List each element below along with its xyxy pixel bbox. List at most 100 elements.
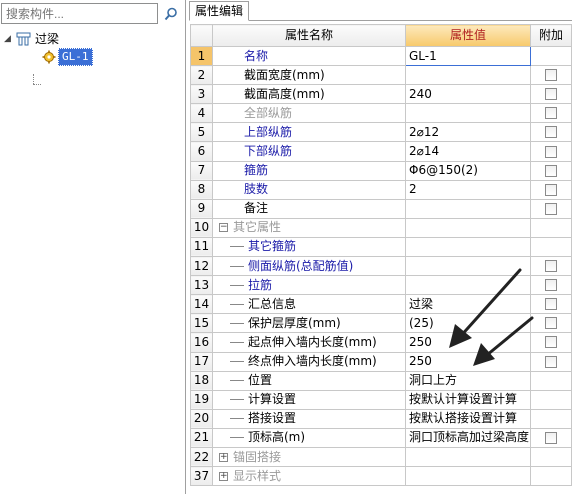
property-name: 计算设置 <box>248 392 297 407</box>
property-row[interactable]: 15 保护层厚度(mm) (25) <box>190 313 572 334</box>
tab-property-edit[interactable]: 属性编辑 <box>189 1 250 21</box>
add-checkbox[interactable] <box>545 88 557 101</box>
property-value-cell[interactable] <box>405 275 531 296</box>
add-checkbox[interactable] <box>545 126 557 139</box>
row-number: 18 <box>190 370 213 391</box>
property-row[interactable]: 8 肢数 2 <box>190 179 572 200</box>
property-row[interactable]: 13 拉筋 <box>190 275 572 296</box>
tree-connector <box>33 74 34 84</box>
add-cell <box>530 408 572 429</box>
property-row[interactable]: 6 下部纵筋 2⌀14 <box>190 141 572 162</box>
property-row[interactable]: 3 截面高度(mm) 240 <box>190 84 572 105</box>
property-name-cell: 备注 <box>212 198 406 219</box>
search-button[interactable] <box>160 3 182 24</box>
row-number: 13 <box>190 275 213 296</box>
grid-header-row: 属性名称 属性值 附加 <box>190 24 572 47</box>
property-row[interactable]: 11 其它箍筋 <box>190 236 572 258</box>
add-checkbox[interactable] <box>545 355 557 368</box>
property-value-cell[interactable] <box>405 236 531 258</box>
property-name: 位置 <box>248 373 273 388</box>
property-row[interactable]: 20 搭接设置 按默认搭接设置计算 <box>190 408 572 429</box>
property-name-cell: 下部纵筋 <box>212 141 406 162</box>
search-icon <box>164 7 177 20</box>
tree-node-gl-1[interactable]: GL-1 <box>26 48 93 66</box>
property-value-cell[interactable]: 2⌀12 <box>405 122 531 143</box>
property-value-cell[interactable]: Φ6@150(2) <box>405 160 531 181</box>
collapse-icon[interactable]: − <box>219 223 228 233</box>
tree-node-lintel[interactable]: ◢ 过梁 <box>4 30 62 48</box>
property-row[interactable]: 2 截面宽度(mm) <box>190 65 572 86</box>
property-row[interactable]: 4 全部纵筋 <box>190 103 572 124</box>
property-value-cell[interactable] <box>405 217 531 238</box>
property-value-cell[interactable] <box>405 65 531 86</box>
property-name-cell: 起点伸入墙内长度(mm) <box>212 332 406 353</box>
add-checkbox[interactable] <box>545 431 557 444</box>
property-value-cell[interactable]: (25) <box>405 313 531 334</box>
add-checkbox[interactable] <box>545 145 557 158</box>
property-value-cell[interactable] <box>405 103 531 124</box>
property-row[interactable]: 10− 其它属性 <box>190 217 572 238</box>
add-checkbox[interactable] <box>545 164 557 177</box>
add-checkbox[interactable] <box>545 183 557 196</box>
property-name: 截面宽度(mm) <box>244 67 325 82</box>
property-value-cell[interactable]: 过梁 <box>405 294 531 315</box>
property-value-cell[interactable] <box>405 466 531 487</box>
property-row[interactable]: 5 上部纵筋 2⌀12 <box>190 122 572 143</box>
property-row[interactable]: 17 终点伸入墙内长度(mm) 250 <box>190 351 572 372</box>
row-number: 20 <box>190 408 213 429</box>
add-checkbox[interactable] <box>545 317 557 330</box>
tree-line <box>230 341 244 343</box>
property-name: 起点伸入墙内长度(mm) <box>248 334 377 349</box>
property-value-cell[interactable]: 按默认计算设置计算 <box>405 389 531 410</box>
property-row[interactable]: 37 + 显示样式 <box>190 466 572 487</box>
property-row[interactable]: 1 名称 GL-1 <box>190 45 572 67</box>
property-value-cell[interactable]: GL-1 <box>405 45 531 67</box>
property-row[interactable]: 16 起点伸入墙内长度(mm) 250 <box>190 332 572 353</box>
property-value-cell[interactable]: 2⌀14 <box>405 141 531 162</box>
property-name: 拉筋 <box>248 277 273 292</box>
property-value-cell[interactable] <box>405 256 531 277</box>
property-value-cell[interactable] <box>405 446 531 468</box>
property-value-cell[interactable] <box>405 198 531 219</box>
property-name-cell: + 锚固搭接 <box>212 446 406 468</box>
property-name: 全部纵筋 <box>244 105 293 120</box>
property-row[interactable]: 19 计算设置 按默认计算设置计算 <box>190 389 572 410</box>
add-checkbox[interactable] <box>545 279 557 292</box>
search-input[interactable] <box>1 3 158 24</box>
property-row[interactable]: 21 顶标高(m) 洞口顶标高加过梁高度 <box>190 427 572 448</box>
property-value-cell[interactable]: 240 <box>405 84 531 105</box>
add-cell <box>530 332 572 353</box>
tree-line <box>230 380 244 382</box>
add-checkbox[interactable] <box>545 298 557 311</box>
add-cell <box>530 294 572 315</box>
collapse-icon[interactable]: ◢ <box>4 34 14 44</box>
property-name: 箍筋 <box>244 163 269 178</box>
property-row[interactable]: 9 备注 <box>190 198 572 219</box>
add-checkbox[interactable] <box>545 202 557 215</box>
add-checkbox[interactable] <box>545 107 557 120</box>
property-row[interactable]: 14 汇总信息 过梁 <box>190 294 572 315</box>
property-value-cell[interactable]: 洞口上方 <box>405 370 531 391</box>
component-tree-panel: ◢ 过梁 GL-1 <box>0 0 186 494</box>
property-row[interactable]: 12 侧面纵筋(总配筋值) <box>190 256 572 277</box>
tree-line <box>230 437 244 439</box>
expand-icon[interactable]: + <box>219 452 228 462</box>
lintel-folder-icon <box>16 32 31 46</box>
property-value-cell[interactable]: 250 <box>405 351 531 372</box>
property-row[interactable]: 22 + 锚固搭接 <box>190 446 572 468</box>
property-row[interactable]: 18 位置 洞口上方 <box>190 370 572 391</box>
add-cell <box>530 198 572 219</box>
add-checkbox[interactable] <box>545 336 557 349</box>
property-row[interactable]: 7 箍筋 Φ6@150(2) <box>190 160 572 181</box>
property-value-cell[interactable]: 按默认搭接设置计算 <box>405 408 531 429</box>
expand-icon[interactable]: + <box>219 471 228 481</box>
property-value-cell[interactable]: 2 <box>405 179 531 200</box>
add-checkbox[interactable] <box>545 260 557 273</box>
property-value-cell[interactable]: 250 <box>405 332 531 353</box>
property-value-cell[interactable]: 洞口顶标高加过梁高度 <box>405 427 531 448</box>
property-name: 保护层厚度(mm) <box>248 315 341 330</box>
add-cell <box>530 236 572 258</box>
row-number: 4 <box>190 103 213 124</box>
row-number: 3 <box>190 84 213 105</box>
add-checkbox[interactable] <box>545 69 557 82</box>
